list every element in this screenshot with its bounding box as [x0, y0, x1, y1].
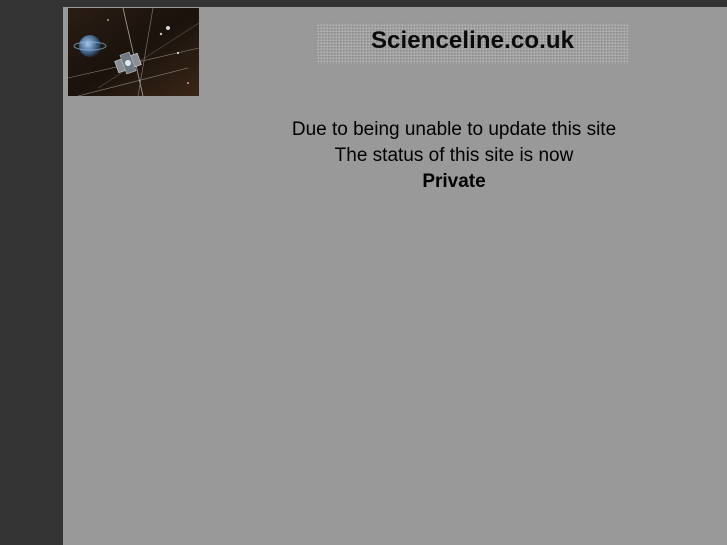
top-border — [0, 0, 727, 7]
status-message: Due to being unable to update this site … — [271, 117, 637, 195]
message-line-1: Due to being unable to update this site — [291, 119, 617, 140]
site-title-banner: Scienceline.co.uk — [316, 23, 629, 64]
message-line-2: The status of this site is now — [334, 145, 574, 166]
satellite-space-image — [68, 8, 199, 96]
site-title: Scienceline.co.uk — [370, 26, 575, 54]
page-content: Scienceline.co.uk Due to being unable to… — [63, 7, 727, 545]
site-status: Private — [422, 171, 486, 192]
